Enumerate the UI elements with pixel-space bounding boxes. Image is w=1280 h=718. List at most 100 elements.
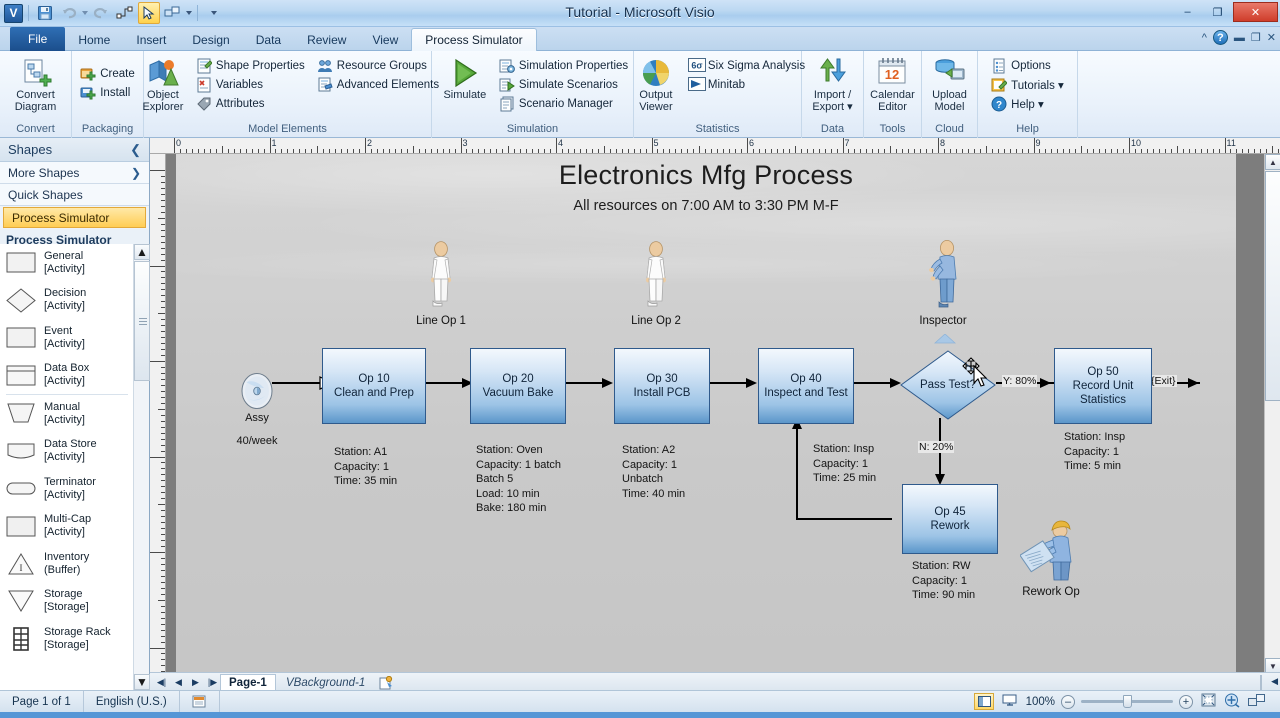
- scroll-down-button[interactable]: ▼: [134, 674, 150, 690]
- prev-page-icon[interactable]: ◀: [171, 675, 186, 690]
- vertical-ruler[interactable]: [150, 154, 166, 674]
- full-screen-icon[interactable]: [1002, 694, 1017, 710]
- process-node-op30[interactable]: Op 30 Install PCB: [614, 348, 710, 424]
- switch-windows-icon[interactable]: [1248, 693, 1266, 710]
- macro-record-icon[interactable]: [180, 690, 220, 713]
- scenario-manager-button[interactable]: Scenario Manager: [499, 96, 628, 112]
- help-icon[interactable]: ?: [1212, 30, 1228, 45]
- fit-window-icon[interactable]: [1224, 693, 1240, 711]
- import-export-button[interactable]: Import / Export ▾: [805, 55, 861, 113]
- resource-figure-line-op-1[interactable]: [424, 241, 458, 307]
- stencil-item-data-store[interactable]: Data Store [Activity]: [0, 433, 134, 471]
- ruler-tick: [430, 149, 432, 153]
- stencil-item-storage-rack[interactable]: Storage Rack [Storage]: [0, 620, 134, 658]
- normal-view-icon[interactable]: [974, 693, 994, 710]
- tab-review[interactable]: Review: [294, 29, 359, 51]
- attributes-button[interactable]: Attributes: [196, 96, 305, 112]
- canvas-vertical-scrollbar[interactable]: ▲ ▼: [1264, 154, 1280, 674]
- stencil-item-multi-cap[interactable]: Multi-Cap [Activity]: [0, 508, 134, 546]
- stencil-scrollbar[interactable]: ▲ ▼: [133, 244, 150, 690]
- ruler-tick: [1272, 146, 1274, 153]
- scroll-up-button[interactable]: ▲: [134, 244, 150, 260]
- zoom-in-button[interactable]: +: [1179, 694, 1193, 709]
- tutorials-button[interactable]: Tutorials ▾: [991, 77, 1064, 93]
- tab-insert[interactable]: Insert: [123, 29, 179, 51]
- tab-view[interactable]: View: [359, 29, 411, 51]
- resource-figure-inspector[interactable]: [927, 239, 961, 308]
- next-page-icon[interactable]: ▶: [188, 675, 203, 690]
- insert-page-icon[interactable]: [378, 675, 394, 690]
- help-button[interactable]: ? Help ▾: [991, 96, 1064, 112]
- zoom-slider-knob[interactable]: [1123, 695, 1132, 708]
- resource-figure-line-op-2[interactable]: [639, 241, 673, 307]
- process-node-op20[interactable]: Op 20 Vacuum Bake: [470, 348, 566, 424]
- stencil-process-simulator[interactable]: Process Simulator: [3, 207, 146, 228]
- close-window-icon[interactable]: ✕: [1267, 31, 1276, 44]
- decision-node-pass-test[interactable]: Pass Test?: [900, 350, 996, 420]
- zoom-out-button[interactable]: –: [1061, 694, 1075, 709]
- zoom-slider-track[interactable]: [1081, 695, 1173, 708]
- restore-down-icon[interactable]: ▬: [1234, 32, 1245, 44]
- tab-data[interactable]: Data: [243, 29, 294, 51]
- stencil-item-decision[interactable]: Decision [Activity]: [0, 282, 134, 320]
- chevron-left-icon[interactable]: ❮: [130, 142, 141, 158]
- resource-groups-button[interactable]: Resource Groups: [317, 58, 439, 74]
- entity-assy[interactable]: [238, 372, 276, 410]
- tab-home[interactable]: Home: [65, 29, 123, 51]
- minitab-button[interactable]: Minitab: [687, 77, 805, 93]
- stencil-item-event[interactable]: Event [Activity]: [0, 319, 134, 357]
- process-node-op45[interactable]: Op 45 Rework: [902, 484, 998, 554]
- process-node-op50[interactable]: Op 50 Record Unit Statistics: [1054, 348, 1152, 424]
- drawing-page[interactable]: Electronics Mfg Process All resources on…: [176, 154, 1236, 674]
- stencil-item-terminator[interactable]: Terminator [Activity]: [0, 470, 134, 508]
- simulation-properties-button[interactable]: Simulation Properties: [499, 58, 628, 74]
- process-node-op10[interactable]: Op 10 Clean and Prep: [322, 348, 426, 424]
- options-button[interactable]: Options: [991, 58, 1064, 74]
- object-explorer-button[interactable]: Object Explorer: [136, 55, 190, 113]
- simulate-scenarios-button[interactable]: Simulate Scenarios: [499, 77, 628, 93]
- scrollbar-thumb[interactable]: [134, 261, 150, 381]
- close-button[interactable]: ✕: [1233, 2, 1278, 22]
- drawing-canvas[interactable]: Electronics Mfg Process All resources on…: [166, 154, 1264, 674]
- scroll-up-button[interactable]: ▲: [1265, 154, 1280, 170]
- stencil-item-storage[interactable]: Storage [Storage]: [0, 583, 134, 621]
- zoom-control[interactable]: 100% – +: [1025, 694, 1193, 709]
- tab-process-simulator[interactable]: Process Simulator: [411, 28, 537, 51]
- variables-button[interactable]: Variables: [196, 77, 305, 93]
- maximize-button[interactable]: ❐: [1203, 2, 1232, 22]
- minimize-ribbon-icon[interactable]: ^: [1202, 32, 1207, 44]
- create-button[interactable]: Create: [80, 66, 135, 82]
- fit-page-icon[interactable]: [1201, 693, 1216, 710]
- last-page-icon[interactable]: |▶: [205, 675, 220, 690]
- more-shapes-row[interactable]: More Shapes ❯: [0, 162, 149, 184]
- six-sigma-analysis-button[interactable]: 6σ Six Sigma Analysis: [687, 58, 805, 74]
- stencil-item-label: Data Box [Activity]: [44, 362, 90, 388]
- first-page-icon[interactable]: ◀|: [154, 675, 169, 690]
- horizontal-ruler[interactable]: 0 1 2 3 4 5 6 7 8 9 10 11: [150, 138, 1280, 154]
- stencil-item-general[interactable]: General [Activity]: [0, 244, 134, 282]
- minimize-button[interactable]: –: [1173, 2, 1202, 22]
- quick-shapes-row[interactable]: Quick Shapes: [0, 184, 149, 206]
- restore-window-icon[interactable]: ❐: [1251, 31, 1261, 44]
- stencil-item-data-box[interactable]: Data Box [Activity]: [0, 357, 134, 395]
- convert-diagram-button[interactable]: Convert Diagram: [5, 55, 67, 113]
- shape-properties-button[interactable]: Shape Properties: [196, 58, 305, 74]
- advanced-elements-button[interactable]: Advanced Elements: [317, 77, 439, 93]
- simulate-button[interactable]: Simulate: [437, 55, 493, 101]
- tab-file[interactable]: File: [10, 27, 66, 51]
- upload-model-button[interactable]: Upload Model: [924, 55, 976, 113]
- install-button[interactable]: Install: [80, 85, 135, 101]
- ruler-tick: [161, 563, 165, 565]
- process-node-op40[interactable]: Op 40 Inspect and Test: [758, 348, 854, 424]
- ruler-tick: [842, 138, 844, 153]
- resource-figure-rework-op[interactable]: [1019, 519, 1082, 581]
- tab-design[interactable]: Design: [179, 29, 242, 51]
- stencil-item-manual[interactable]: Manual [Activity]: [0, 395, 134, 433]
- calendar-editor-button[interactable]: 12 Calendar Editor: [866, 55, 920, 113]
- ruler-tick: [1146, 149, 1148, 153]
- vertical-scrollbar-thumb[interactable]: [1265, 171, 1280, 401]
- output-viewer-button[interactable]: Output Viewer: [630, 55, 682, 113]
- stencil-item-inventory[interactable]: I Inventory (Buffer): [0, 545, 134, 583]
- page-scroll-left-icon[interactable]: ◀: [1271, 676, 1278, 687]
- page-tab-splitter[interactable]: [1260, 675, 1262, 691]
